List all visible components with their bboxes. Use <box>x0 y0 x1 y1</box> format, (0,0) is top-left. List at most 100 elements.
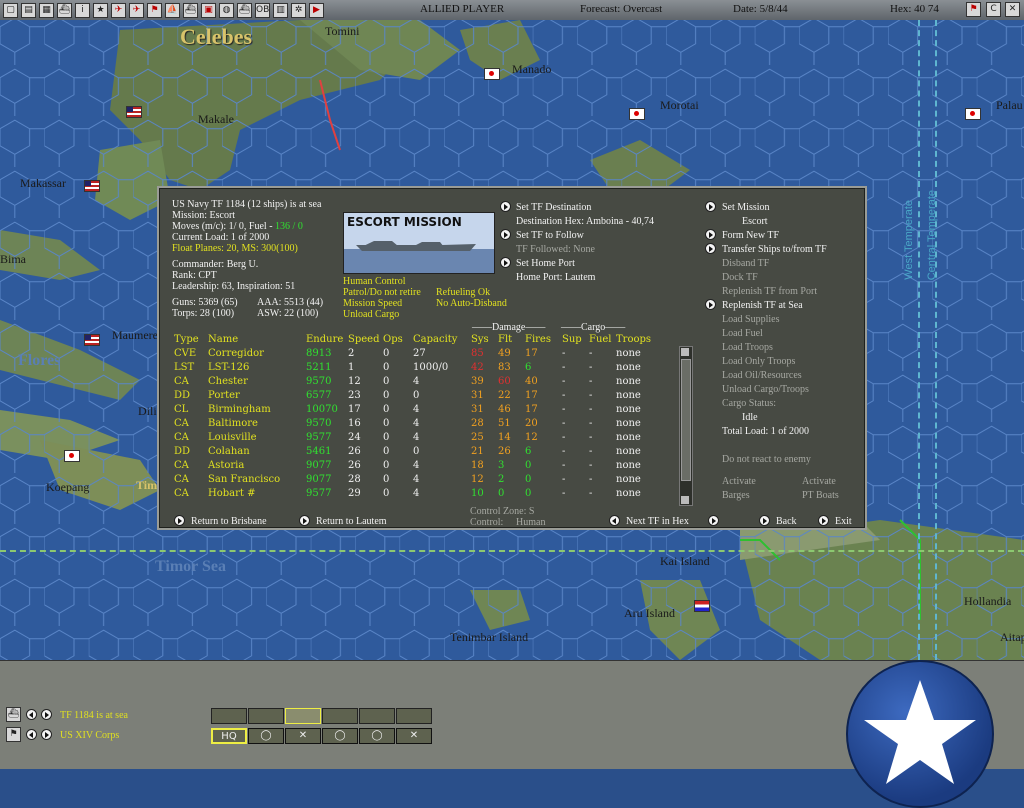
c-button[interactable]: C <box>986 2 1001 17</box>
cell-name[interactable]: San Francisco <box>208 474 280 485</box>
set-mission[interactable]: Set Mission <box>722 202 770 213</box>
ship-icon[interactable]: ⛴ <box>6 707 21 722</box>
prev-arrow-icon[interactable] <box>26 729 37 740</box>
book-icon[interactable]: ▥ <box>273 2 288 18</box>
close-icon[interactable]: ✕ <box>1005 2 1020 17</box>
report-icon[interactable]: ▦ <box>39 2 54 18</box>
activate-barges[interactable]: Activate <box>722 476 756 487</box>
unit-icon[interactable]: ✕ <box>285 728 321 744</box>
ship-icon[interactable]: ⛴ <box>57 2 72 18</box>
arrow-icon[interactable] <box>299 515 310 526</box>
col-capacity[interactable]: Capacity <box>413 334 457 345</box>
next-arrow-icon[interactable] <box>41 709 52 720</box>
col-sup[interactable]: Sup <box>562 334 582 345</box>
unit-icon[interactable]: ✕ <box>396 728 432 744</box>
cell-name[interactable]: Baltimore <box>208 418 258 429</box>
cell-name[interactable]: Louisville <box>208 432 257 443</box>
cell-name[interactable]: Astoria <box>208 460 244 471</box>
next-tf-button[interactable]: Next TF in Hex <box>626 516 689 527</box>
scroll-down-icon[interactable] <box>681 496 689 504</box>
japanese-base-icon[interactable] <box>484 68 500 80</box>
japanese-base-icon[interactable] <box>64 450 80 462</box>
info-icon[interactable]: i <box>75 2 90 18</box>
play-icon[interactable]: ▶ <box>309 2 324 18</box>
pt-boats-label[interactable]: PT Boats <box>802 490 839 501</box>
back-button[interactable]: Back <box>776 516 797 527</box>
us-base-icon[interactable] <box>84 180 100 192</box>
ship-icon[interactable]: ⛴ <box>183 2 198 18</box>
barges-label[interactable]: Barges <box>722 490 750 501</box>
prev-arrow-icon[interactable] <box>609 515 620 526</box>
unit-icon[interactable]: ◯ <box>322 728 358 744</box>
japanese-base-icon[interactable] <box>629 108 645 120</box>
prev-arrow-icon[interactable] <box>26 709 37 720</box>
globe-icon[interactable]: ◍ <box>219 2 234 18</box>
arrow-icon[interactable] <box>759 515 770 526</box>
arrow-icon[interactable] <box>818 515 829 526</box>
col-troops[interactable]: Troops <box>616 334 651 345</box>
corps-label[interactable]: US XIV Corps <box>60 730 119 741</box>
ship-icon[interactable]: ⛴ <box>237 2 252 18</box>
cell-name[interactable]: LST-126 <box>208 362 249 373</box>
arrow-icon[interactable] <box>705 299 716 310</box>
cell-name[interactable]: Porter <box>208 390 240 401</box>
plane-icon[interactable]: ✈ <box>111 2 126 18</box>
star-icon[interactable]: ★ <box>93 2 108 18</box>
flag-icon[interactable]: ⚑ <box>147 2 162 18</box>
hq-unit-icon[interactable]: HQ <box>211 728 247 744</box>
col-ops[interactable]: Ops <box>383 334 403 345</box>
col-type[interactable]: Type <box>174 334 199 345</box>
tf-status-label[interactable]: TF 1184 is at sea <box>60 710 128 721</box>
col-endure[interactable]: Endure <box>306 334 343 345</box>
form-new-tf[interactable]: Form New TF <box>722 230 779 241</box>
us-base-icon[interactable] <box>126 106 142 118</box>
arrow-icon[interactable] <box>705 201 716 212</box>
flag-icon[interactable]: ⚑ <box>6 727 21 742</box>
ship-slot-icon[interactable] <box>211 708 247 724</box>
wheel-icon[interactable]: ✲ <box>291 2 306 18</box>
table-scrollbar[interactable] <box>679 346 693 506</box>
ob-button[interactable]: OB <box>255 2 270 18</box>
boat-icon[interactable]: ⛵ <box>165 2 180 18</box>
dutch-base-icon[interactable] <box>694 600 710 612</box>
col-fuel[interactable]: Fuel <box>589 334 612 345</box>
col-flt[interactable]: Flt <box>498 334 512 345</box>
cell-name[interactable]: Hobart # <box>208 488 255 499</box>
ship-slot-icon[interactable] <box>359 708 395 724</box>
map-icon[interactable]: ▣ <box>201 2 216 18</box>
replenish-at-sea[interactable]: Replenish TF at Sea <box>722 300 803 311</box>
flag-icon[interactable]: ⚑ <box>966 2 981 17</box>
cell-name[interactable]: Corregidor <box>208 348 264 359</box>
next-arrow-icon[interactable] <box>41 729 52 740</box>
doc-icon[interactable]: ▤ <box>21 2 36 18</box>
unit-icon[interactable]: ◯ <box>359 728 395 744</box>
ship-slot-icon[interactable] <box>396 708 432 724</box>
plane-icon[interactable]: ✈ <box>129 2 144 18</box>
scroll-up-icon[interactable] <box>681 348 689 356</box>
activate-pt[interactable]: Activate <box>802 476 836 487</box>
ship-slot-icon[interactable] <box>248 708 284 724</box>
arrow-icon[interactable] <box>174 515 185 526</box>
return-brisbane-button[interactable]: Return to Brisbane <box>191 516 267 527</box>
arrow-icon[interactable] <box>705 229 716 240</box>
col-sys[interactable]: Sys <box>471 334 489 345</box>
us-base-icon[interactable] <box>84 334 100 346</box>
exit-button[interactable]: Exit <box>835 516 852 527</box>
arrow-icon[interactable] <box>705 243 716 254</box>
cell-name[interactable]: Birmingham <box>208 404 271 415</box>
cell-name[interactable]: Chester <box>208 376 248 387</box>
no-react-enemy[interactable]: Do not react to enemy <box>722 454 811 465</box>
col-name[interactable]: Name <box>208 334 238 345</box>
col-fires[interactable]: Fires <box>525 334 551 345</box>
square-icon[interactable]: ▢ <box>3 2 18 18</box>
japanese-base-icon[interactable] <box>965 108 981 120</box>
ship-slot-icon[interactable] <box>285 708 321 724</box>
return-lautem-button[interactable]: Return to Lautem <box>316 516 387 527</box>
unit-icon[interactable]: ◯ <box>248 728 284 744</box>
scroll-thumb[interactable] <box>681 359 691 481</box>
cell-name[interactable]: Colahan <box>208 446 250 457</box>
next-arrow-icon[interactable] <box>708 515 719 526</box>
col-speed[interactable]: Speed <box>348 334 380 345</box>
transfer-ships[interactable]: Transfer Ships to/from TF <box>722 244 827 255</box>
ship-slot-icon[interactable] <box>322 708 358 724</box>
